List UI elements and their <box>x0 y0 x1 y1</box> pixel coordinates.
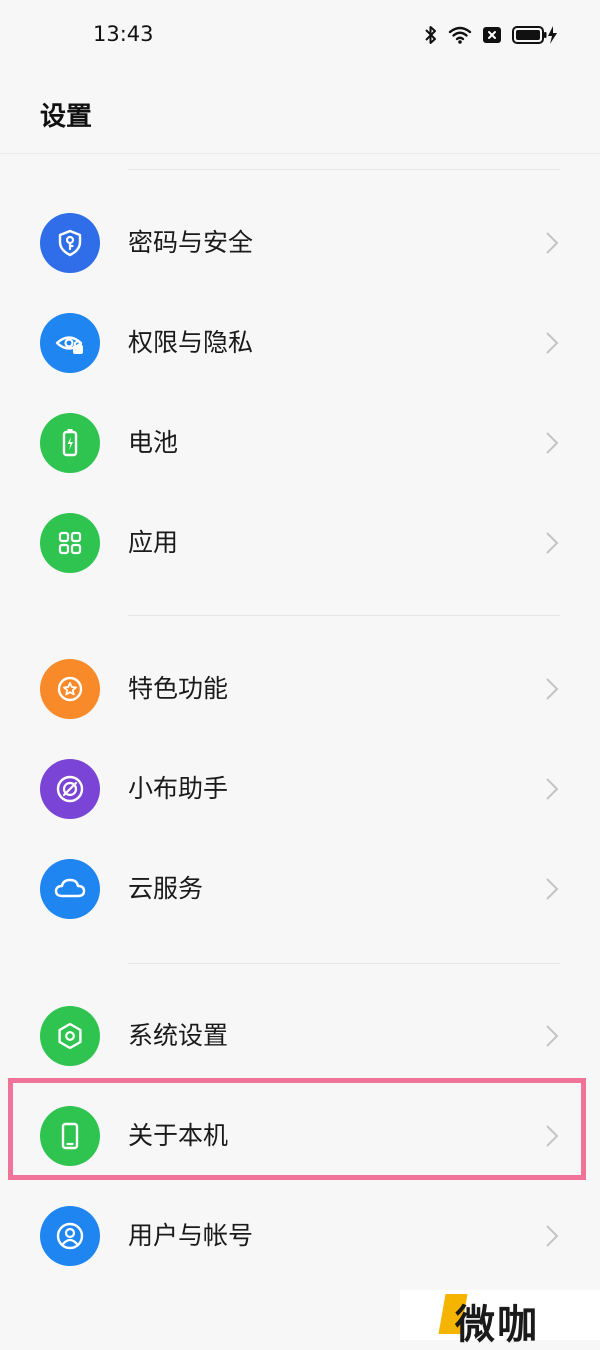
apps-grid-icon <box>58 531 82 555</box>
battery-icon <box>62 429 78 457</box>
eye-lock-icon <box>55 336 83 354</box>
chevron-right-icon <box>546 678 559 700</box>
settings-item-label: 小布助手 <box>128 774 229 803</box>
settings-item-cloud-service[interactable]: 云服务 <box>0 839 600 939</box>
group-divider <box>128 615 560 616</box>
settings-item-label: 权限与隐私 <box>128 328 254 357</box>
chevron-right-icon <box>546 1025 559 1047</box>
chevron-right-icon <box>546 332 559 354</box>
settings-item-password-security[interactable]: 密码与安全 <box>0 193 600 293</box>
star-icon <box>57 676 83 702</box>
watermark-logo: 微咖 <box>400 1290 600 1348</box>
row-icon-circle <box>40 313 100 373</box>
settings-item-apps[interactable]: 应用 <box>0 493 600 593</box>
settings-item-users-accounts[interactable]: 用户与帐号 <box>0 1186 600 1286</box>
chevron-right-icon <box>546 878 559 900</box>
status-bar: 13:43 <box>0 0 600 70</box>
status-icons <box>424 22 558 48</box>
chevron-right-icon <box>546 232 559 254</box>
settings-item-label: 应用 <box>128 528 179 557</box>
battery-charging-icon <box>512 26 557 44</box>
settings-item-label: 电池 <box>128 428 179 457</box>
sim-no-signal-icon <box>483 27 501 43</box>
group-divider <box>128 963 560 964</box>
chevron-right-icon <box>546 432 559 454</box>
settings-item-label: 系统设置 <box>128 1021 229 1050</box>
settings-item-special-features[interactable]: 特色功能 <box>0 639 600 739</box>
row-icon-circle <box>40 1206 100 1266</box>
settings-item-assistant[interactable]: 小布助手 <box>0 739 600 839</box>
row-icon-circle <box>40 213 100 273</box>
chevron-right-icon <box>546 1225 559 1247</box>
settings-item-label: 密码与安全 <box>128 228 254 257</box>
assistant-icon <box>56 775 84 803</box>
row-icon-circle <box>40 659 100 719</box>
row-icon-circle <box>40 513 100 573</box>
settings-item-permissions-privacy[interactable]: 权限与隐私 <box>0 293 600 393</box>
header-divider <box>0 153 600 154</box>
status-time: 13:43 <box>93 22 154 46</box>
highlight-box <box>8 1078 586 1180</box>
settings-item-label: 用户与帐号 <box>128 1221 254 1250</box>
watermark-text: 微咖 <box>455 1302 539 1348</box>
row-icon-circle <box>40 1006 100 1066</box>
settings-item-battery[interactable]: 电池 <box>0 393 600 493</box>
shield-key-icon <box>58 229 82 257</box>
chevron-right-icon <box>546 532 559 554</box>
hexagon-gear-icon <box>58 1022 82 1050</box>
settings-item-label: 特色功能 <box>128 674 229 703</box>
bluetooth-icon <box>425 26 436 44</box>
row-icon-circle <box>40 413 100 473</box>
settings-item-system-settings[interactable]: 系统设置 <box>0 986 600 1086</box>
group-divider <box>128 169 560 170</box>
wifi-icon <box>448 26 472 44</box>
user-icon <box>56 1222 84 1250</box>
settings-item-label: 云服务 <box>128 874 204 903</box>
row-icon-circle <box>40 859 100 919</box>
chevron-right-icon <box>546 778 559 800</box>
page-title: 设置 <box>40 102 93 132</box>
cloud-icon <box>54 878 86 898</box>
row-icon-circle <box>40 759 100 819</box>
